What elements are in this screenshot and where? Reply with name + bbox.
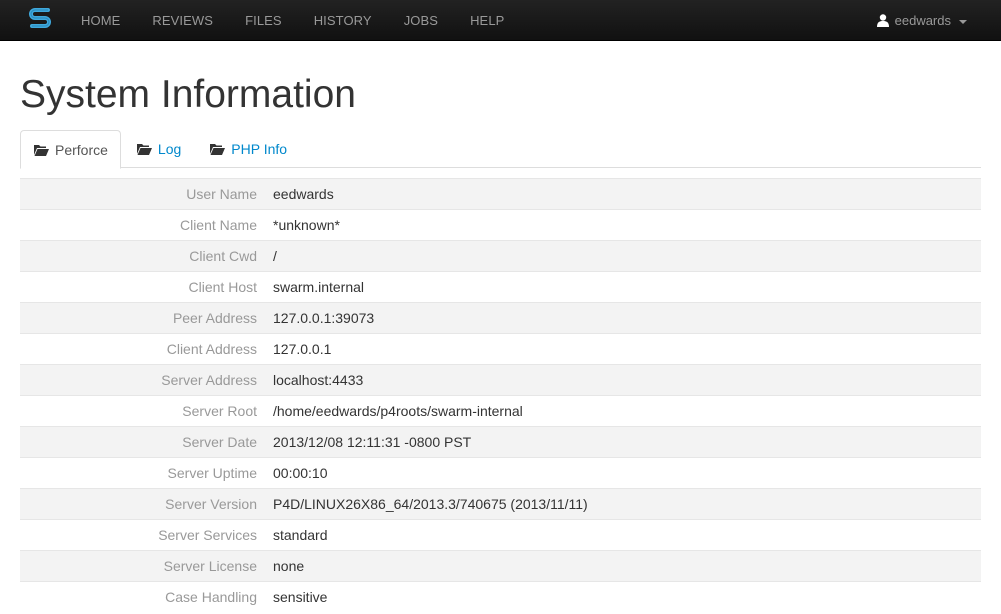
row-value: /home/eedwards/p4roots/swarm-internal [257,395,981,427]
row-key: Server Date [20,426,257,458]
user-icon [876,14,889,27]
row-key: Server Root [20,395,257,427]
top-navbar: HOME REVIEWS FILES HISTORY JOBS HELP eed… [0,0,1001,41]
tab-label: Log [157,141,182,157]
row-key: Client Address [20,333,257,365]
row-value: localhost:4433 [257,364,981,396]
row-key: Server Version [20,488,257,520]
table-row: Client Name *unknown* [20,209,981,241]
table-row: Peer Address 127.0.0.1:39073 [20,302,981,334]
table-row: Server Date 2013/12/08 12:11:31 -0800 PST [20,426,981,458]
table-row: Server Version P4D/LINUX26X86_64/2013.3/7… [20,488,981,520]
nav-files[interactable]: FILES [229,0,298,41]
row-value: *unknown* [257,209,981,241]
table-row: Server Uptime 00:00:10 [20,457,981,489]
tab-log[interactable]: Log [123,130,194,168]
row-key: Server Uptime [20,457,257,489]
tab-bar: Perforce Log PHP Info [20,130,981,169]
row-key: Case Handling [20,581,257,613]
table-row: Server License none [20,550,981,582]
folder-open-icon [136,144,152,155]
row-key: Server License [20,550,257,582]
nav-jobs[interactable]: JOBS [388,0,454,41]
tab-php-info[interactable]: PHP Info [196,130,300,168]
row-key: Server Services [20,519,257,551]
system-info-table: User Name eedwards Client Name *unknown* C… [20,178,981,613]
row-value: 127.0.0.1 [257,333,981,365]
table-row: Server Address localhost:4433 [20,364,981,396]
table-row: Client Host swarm.internal [20,271,981,303]
tab-label: PHP Info [231,141,288,157]
folder-open-icon [34,144,49,156]
table-row: Server Services standard [20,519,981,551]
table-row: User Name eedwards [20,178,981,210]
row-value: P4D/LINUX26X86_64/2013.3/740675 (2013/11… [257,488,981,520]
row-value: swarm.internal [257,271,981,303]
row-key: Server Address [20,364,257,396]
caret-down-icon [959,19,967,24]
nav-home[interactable]: HOME [65,0,136,41]
row-value: 127.0.0.1:39073 [257,302,981,334]
row-value: none [257,550,981,582]
swarm-logo-icon[interactable] [28,6,52,34]
main-nav: HOME REVIEWS FILES HISTORY JOBS HELP [65,0,520,41]
row-key: Client Name [20,209,257,241]
nav-help[interactable]: HELP [454,0,520,41]
table-row: Case Handling sensitive [20,581,981,613]
user-name: eedwards [894,13,951,28]
page-title: System Information [20,73,356,116]
nav-history[interactable]: HISTORY [298,0,388,41]
table-row: Client Address 127.0.0.1 [20,333,981,365]
row-value: eedwards [257,178,981,210]
row-key: User Name [20,178,257,210]
row-value: 00:00:10 [257,457,981,489]
table-row: Server Root/home/eedwards/p4roots/swarm-… [20,395,981,427]
row-key: Peer Address [20,302,257,334]
row-value: / [257,240,981,272]
tab-perforce[interactable]: Perforce [20,130,121,169]
row-value: sensitive [257,581,981,613]
row-value: 2013/12/08 12:11:31 -0800 PST [257,426,981,458]
row-key: Client Cwd [20,240,257,272]
nav-reviews[interactable]: REVIEWS [136,0,229,41]
user-menu-dropdown[interactable]: eedwards [876,0,967,41]
folder-open-icon [210,144,226,155]
row-key: Client Host [20,271,257,303]
row-value: standard [257,519,981,551]
tab-label: Perforce [55,141,108,158]
table-row: Client Cwd / [20,240,981,272]
